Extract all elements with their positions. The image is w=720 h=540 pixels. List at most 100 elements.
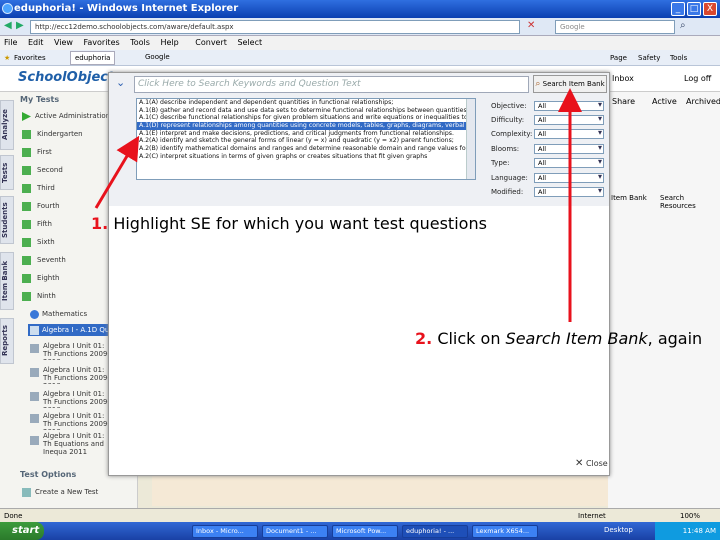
type-select[interactable]: All: [534, 158, 604, 168]
right-panel: [608, 92, 720, 512]
favorites-button[interactable]: Favorites: [14, 50, 46, 66]
test-icon: [30, 344, 39, 353]
tree-item[interactable]: Seventh: [37, 256, 66, 264]
vtab-analyze[interactable]: Analyze: [0, 100, 14, 150]
taskbar-item[interactable]: Document1 - ...: [262, 525, 328, 538]
create-new-test-button[interactable]: Create a New Test: [35, 488, 98, 496]
taskbar-item[interactable]: Microsoft Pow...: [332, 525, 398, 538]
folder-icon: [22, 238, 31, 247]
tools-menu[interactable]: Tools: [670, 50, 687, 66]
back-icon[interactable]: ◀: [4, 20, 12, 31]
subject-icon: [30, 310, 39, 319]
inbox-link[interactable]: Inbox: [612, 74, 634, 83]
menu-file[interactable]: File: [4, 38, 17, 47]
se-list-item[interactable]: A.1(B) gather and record data and use da…: [137, 107, 475, 115]
maximize-button[interactable]: □: [687, 2, 701, 16]
language-select[interactable]: All: [534, 173, 604, 183]
tree-item[interactable]: First: [37, 148, 52, 156]
magnifier-icon: ⌕: [535, 79, 541, 89]
search-input[interactable]: Google: [555, 20, 675, 34]
close-dialog-button[interactable]: ✕ Close: [575, 458, 608, 469]
tree-item[interactable]: Fourth: [37, 202, 60, 210]
log-off-link[interactable]: Log off: [684, 74, 711, 83]
search-resources-button[interactable]: Search Resources: [660, 194, 720, 210]
tree-item-selected-test[interactable]: Algebra I - A.1D Quiz: [42, 326, 115, 334]
step-2-text-a: Click on: [437, 329, 506, 348]
collapse-icon[interactable]: ⌄: [116, 76, 125, 89]
tree-item[interactable]: Ninth: [37, 292, 56, 300]
step-2-number: 2.: [415, 329, 433, 348]
tree-item-test[interactable]: Algebra I Unit 01: Th Functions 2009-201…: [43, 390, 113, 408]
forward-icon[interactable]: ▶: [16, 20, 24, 31]
vtab-item-bank[interactable]: Item Bank: [0, 252, 14, 310]
address-input[interactable]: http://ecc12demo.schoolobjects.com/aware…: [30, 20, 520, 34]
se-list-item[interactable]: A.1(C) describe functional relationships…: [137, 114, 475, 122]
vtab-reports[interactable]: Reports: [0, 318, 14, 364]
complexity-select[interactable]: All: [534, 129, 604, 139]
menu-view[interactable]: View: [54, 38, 73, 47]
objective-select[interactable]: All: [534, 101, 604, 111]
se-list-item[interactable]: A.2(B) identify mathematical domains and…: [137, 145, 475, 153]
minimize-button[interactable]: _: [671, 2, 685, 16]
keyword-search-input[interactable]: Click Here to Search Keywords and Questi…: [134, 76, 529, 93]
new-test-icon: [22, 488, 31, 497]
close-window-button[interactable]: X: [703, 2, 717, 16]
se-list-scrollbar[interactable]: [466, 99, 475, 179]
menu-favorites[interactable]: Favorites: [84, 38, 120, 47]
vtab-students[interactable]: Students: [0, 196, 14, 244]
tree-item[interactable]: Kindergarten: [37, 130, 83, 138]
safety-menu[interactable]: Safety: [638, 50, 660, 66]
tree-item-test[interactable]: Algebra I Unit 01: Th Functions 2009-201…: [43, 412, 113, 430]
se-list-item[interactable]: A.1(A) describe independent and dependen…: [137, 99, 475, 107]
menu-tools[interactable]: Tools: [130, 38, 150, 47]
status-text: Done: [4, 512, 23, 520]
folder-icon: [22, 274, 31, 283]
se-list-item[interactable]: A.2(C) interpret situations in terms of …: [137, 153, 475, 161]
desktop-toolbar[interactable]: Desktop: [604, 526, 633, 534]
tree-item[interactable]: Second: [37, 166, 63, 174]
se-list-item[interactable]: A.2(A) identify and sketch the general f…: [137, 137, 475, 145]
folder-icon: [22, 166, 31, 175]
taskbar-item[interactable]: Lexmark X654...: [472, 525, 538, 538]
se-list-item-selected[interactable]: A.1(D) represent relationships among qua…: [137, 122, 475, 130]
tree-item[interactable]: Fifth: [37, 220, 52, 228]
folder-icon: [22, 256, 31, 265]
taskbar-item-active[interactable]: eduphoria! - ...: [402, 525, 468, 538]
select-button[interactable]: Select: [237, 38, 262, 47]
modified-select[interactable]: All: [534, 187, 604, 197]
refresh-icon[interactable]: ✕: [527, 20, 535, 31]
step-2-text-c: , again: [647, 329, 703, 348]
tab-google[interactable]: Google: [145, 51, 170, 63]
menu-help[interactable]: Help: [160, 38, 178, 47]
search-item-bank-button[interactable]: ⌕ Search Item Bank: [533, 75, 607, 93]
folder-icon: [22, 184, 31, 193]
tree-item[interactable]: Eighth: [37, 274, 59, 282]
tree-item-mathematics[interactable]: Mathematics: [42, 310, 87, 318]
vtab-tests[interactable]: Tests: [0, 155, 14, 190]
active-button[interactable]: Active: [652, 97, 677, 106]
archived-button[interactable]: Archived: [686, 97, 720, 106]
menu-edit[interactable]: Edit: [28, 38, 44, 47]
tree-item-test[interactable]: Algebra I Unit 01: Th Functions 2009-201…: [43, 366, 113, 384]
blooms-select[interactable]: All: [534, 144, 604, 154]
step-2-text-b: Search Item Bank: [505, 329, 648, 348]
tree-item-test[interactable]: Algebra I Unit 01: Th Functions 2009-201…: [43, 342, 113, 360]
tab-eduphoria[interactable]: eduphoria: [70, 51, 116, 65]
student-expectations-list[interactable]: A.1(A) describe independent and dependen…: [136, 98, 476, 180]
difficulty-select[interactable]: All: [534, 115, 604, 125]
tree-item-active-administrations[interactable]: Active Administrations: [35, 112, 114, 120]
convert-button[interactable]: Convert: [195, 38, 227, 47]
search-icon[interactable]: ⌕: [680, 20, 686, 31]
page-menu[interactable]: Page: [610, 50, 627, 66]
tree-item-test[interactable]: Algebra I Unit 01: Th Equations and Ineq…: [43, 432, 113, 460]
se-list-item[interactable]: A.1(E) interpret and make decisions, pre…: [137, 130, 475, 138]
item-bank-button[interactable]: Item Bank: [611, 194, 647, 202]
taskbar-item[interactable]: Inbox - Micro...: [192, 525, 258, 538]
address-bar: ◀ ▶ http://ecc12demo.schoolobjects.com/a…: [0, 18, 720, 36]
star-icon: ★: [4, 54, 11, 62]
start-button[interactable]: start: [0, 522, 44, 540]
tree-item[interactable]: Sixth: [37, 238, 55, 246]
tree-item[interactable]: Third: [37, 184, 55, 192]
zoom-level[interactable]: 100%: [680, 509, 700, 523]
share-button[interactable]: Share: [612, 97, 635, 106]
